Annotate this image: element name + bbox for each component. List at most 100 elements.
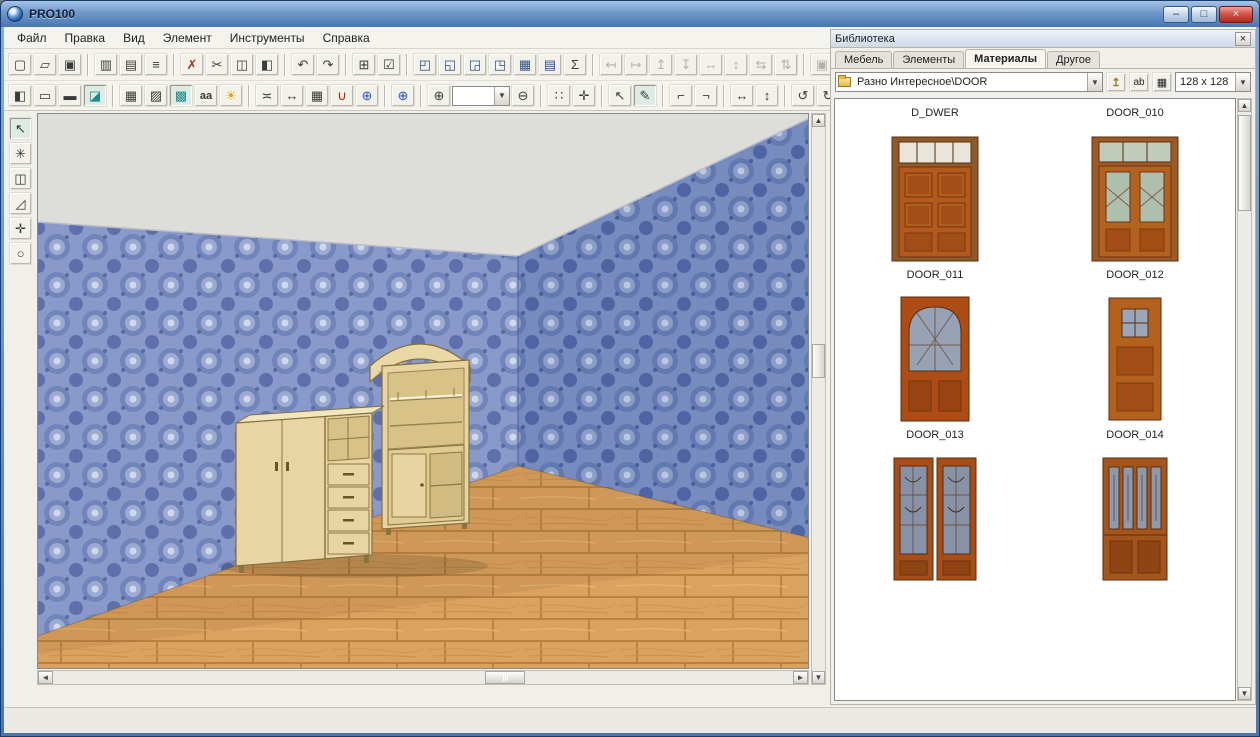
show-walls-button[interactable]: ◧ (8, 84, 32, 107)
distribute-vertical-button[interactable]: ⇅ (774, 53, 798, 76)
wireframe-mode-button[interactable]: ▦ (119, 84, 143, 107)
align-left-button[interactable]: ↤ (599, 53, 623, 76)
library-tab-other[interactable]: Другое (1047, 51, 1100, 68)
library-close-button[interactable]: × (1235, 31, 1251, 46)
move-vertical-button[interactable]: ↕ (755, 84, 779, 107)
material-thumbnail-door[interactable] (1089, 295, 1181, 423)
view-side-button[interactable]: ◲ (463, 53, 487, 76)
zoom-combobox[interactable]: ▼ (452, 85, 510, 106)
pointer-mode-button[interactable]: ↖ (608, 84, 632, 107)
close-button[interactable]: × (1219, 5, 1253, 23)
align-top-button[interactable]: ↥ (649, 53, 673, 76)
cut-button[interactable]: ✂ (205, 53, 229, 76)
move-horizontal-button[interactable]: ↔ (730, 84, 754, 107)
center-horizontal-button[interactable]: ↔ (699, 53, 723, 76)
resize-tool[interactable]: ◿ (9, 192, 32, 215)
vscroll-thumb[interactable] (812, 344, 825, 378)
lighting-button[interactable]: ☀ (219, 84, 243, 107)
hscroll-thumb[interactable] (485, 671, 525, 684)
dimensions-button[interactable]: ≍ (255, 84, 279, 107)
library-path-dropdown-arrow[interactable]: ▼ (1087, 73, 1102, 91)
snap-grid-button[interactable]: ⊕ (355, 84, 379, 107)
viewport-3d[interactable] (37, 113, 809, 669)
library-scrollbar[interactable]: ▲ ▼ (1237, 98, 1252, 701)
library-scroll-down-arrow[interactable]: ▼ (1238, 687, 1251, 700)
menu-view[interactable]: Вид (114, 28, 154, 48)
align-bottom-button[interactable]: ↧ (674, 53, 698, 76)
undo-button[interactable]: ↶ (291, 53, 315, 76)
minimize-button[interactable]: – (1163, 5, 1189, 23)
clone-tool[interactable]: ◫ (9, 167, 32, 190)
copy-button[interactable]: ◫ (230, 53, 254, 76)
insert-element-button[interactable]: ⊞ (352, 53, 376, 76)
scroll-left-arrow[interactable]: ◄ (38, 671, 53, 684)
thumbnail-size-combobox[interactable]: 128 x 128 ▼ (1175, 72, 1251, 92)
material-thumbnail-door[interactable] (889, 295, 981, 423)
view-perspective-button[interactable]: ◳ (488, 53, 512, 76)
show-floor-button[interactable]: ▭ (33, 84, 57, 107)
menu-help[interactable]: Справка (314, 28, 379, 48)
library-scroll-thumb[interactable] (1238, 115, 1251, 211)
draw-mode-button[interactable]: ✎ (633, 84, 657, 107)
material-thumbnail-door[interactable] (1089, 455, 1181, 583)
zoom-out-button[interactable]: ⊖ (511, 84, 535, 107)
library-path[interactable]: Разно Интересное\DOOR (853, 76, 1087, 88)
render-tool[interactable]: ✳ (9, 142, 32, 165)
corner-join-button[interactable]: ⌐ (669, 84, 693, 107)
thumbnail-size-dropdown-arrow[interactable]: ▼ (1235, 73, 1250, 91)
center-selection-button[interactable]: ✛ (572, 84, 596, 107)
scroll-right-arrow[interactable]: ► (793, 671, 808, 684)
library-tab-elements[interactable]: Элементы (893, 51, 965, 68)
material-thumbnail-door[interactable] (1089, 135, 1181, 263)
zoom-tool[interactable]: ○ (9, 242, 32, 265)
center-vertical-button[interactable]: ↕ (724, 53, 748, 76)
view-mode-button[interactable]: ▦ (1152, 72, 1172, 92)
list-item[interactable]: DOOR_011 (835, 135, 1035, 295)
viewport-hscrollbar[interactable]: ◄ ► (37, 670, 809, 685)
magnet-snap-button[interactable]: ∪ (330, 84, 354, 107)
scroll-up-arrow[interactable]: ▲ (812, 114, 825, 127)
zoom-dropdown-arrow[interactable]: ▼ (494, 86, 509, 105)
delete-button[interactable]: ✗ (180, 53, 204, 76)
select-tool[interactable]: ↖ (9, 117, 32, 140)
element-properties-button[interactable]: ☑ (377, 53, 401, 76)
scroll-down-arrow[interactable]: ▼ (812, 671, 825, 684)
library-content[interactable]: D_DWER DOOR_010 DOOR_011 DOOR_012 DOOR_0… (834, 98, 1236, 701)
report-button[interactable]: ≡ (144, 53, 168, 76)
material-thumbnail-door[interactable] (889, 455, 981, 583)
list-item[interactable]: D_DWER (835, 107, 1035, 135)
list-item[interactable]: DOOR_010 (1035, 107, 1235, 135)
print-preview-button[interactable]: ▥ (94, 53, 118, 76)
menu-tools[interactable]: Инструменты (221, 28, 314, 48)
viewport-vscrollbar[interactable]: ▲ ▼ (811, 113, 826, 685)
rotate-ccw-button[interactable]: ↺ (791, 84, 815, 107)
show-names-button[interactable]: ab (1129, 72, 1149, 92)
view-top-button[interactable]: ◰ (413, 53, 437, 76)
list-item[interactable] (835, 455, 1035, 583)
redo-button[interactable]: ↷ (316, 53, 340, 76)
list-item[interactable]: DOOR_014 (1035, 295, 1235, 455)
list-item[interactable] (1035, 455, 1235, 583)
price-list-button[interactable]: Σ (563, 53, 587, 76)
menu-edit[interactable]: Правка (56, 28, 115, 48)
new-file-button[interactable]: ▢ (8, 53, 32, 76)
open-file-button[interactable]: ▱ (33, 53, 57, 76)
library-tab-furniture[interactable]: Мебель (835, 51, 893, 68)
color-mode-button[interactable]: ▨ (144, 84, 168, 107)
print-button[interactable]: ▤ (119, 53, 143, 76)
list-item[interactable]: DOOR_012 (1035, 135, 1235, 295)
library-scroll-up-arrow[interactable]: ▲ (1238, 99, 1251, 112)
paste-button[interactable]: ◧ (255, 53, 279, 76)
show-room-button[interactable]: ◪ (83, 84, 107, 107)
library-tab-materials[interactable]: Материалы (965, 49, 1047, 68)
zoom-in-button[interactable]: ⊕ (427, 84, 451, 107)
ruler-button[interactable]: ↔ (280, 84, 304, 107)
show-ceiling-button[interactable]: ▬ (58, 84, 82, 107)
save-file-button[interactable]: ▣ (58, 53, 82, 76)
text-labels-button[interactable]: aa (194, 84, 218, 107)
move-tool[interactable]: ✛ (9, 217, 32, 240)
menu-element[interactable]: Элемент (154, 28, 221, 48)
view-multi-button[interactable]: ▦ (513, 53, 537, 76)
folder-up-button[interactable]: ↥ (1106, 72, 1126, 92)
distribute-horizontal-button[interactable]: ⇆ (749, 53, 773, 76)
